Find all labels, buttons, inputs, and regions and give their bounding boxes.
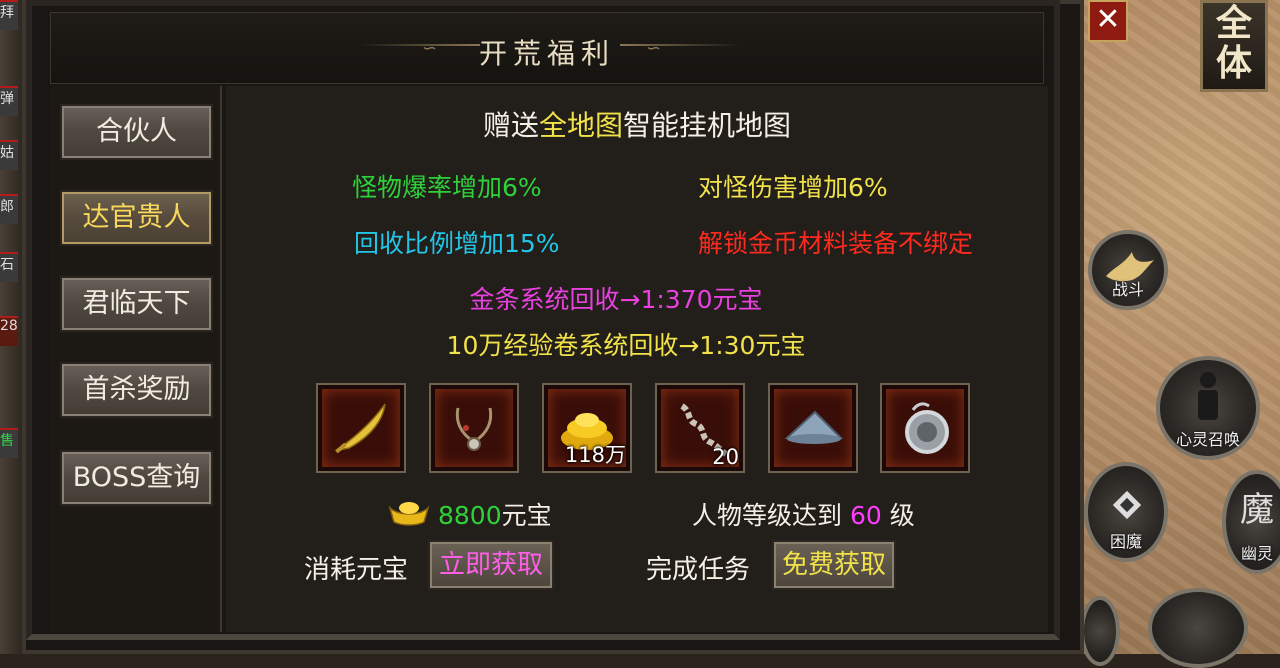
- drop-rate-text: 怪物爆率增加6%: [352, 173, 542, 202]
- reward-item[interactable]: [880, 383, 970, 473]
- damage-text: 对怪伤害增加6%: [698, 173, 888, 202]
- background-strip: 拜 弹 姑 郎 石 28 售: [0, 0, 22, 654]
- cost-amount-line: 8800元宝: [438, 496, 552, 532]
- close-button[interactable]: ✕: [1088, 0, 1128, 42]
- free-claim-button[interactable]: 免费获取: [772, 540, 896, 590]
- panel-title: 开荒福利: [478, 37, 615, 70]
- strip-tag: 郎: [0, 194, 18, 224]
- battle-button[interactable]: 战斗: [1088, 230, 1168, 310]
- recycle-rate-text: 回收比例增加15%: [354, 229, 560, 258]
- cost-label: 消耗元宝: [304, 555, 409, 585]
- strip-tag: 石: [0, 252, 18, 282]
- whole-server-button[interactable]: 全体: [1200, 0, 1268, 92]
- level-prefix: 人物等级达到: [692, 501, 850, 530]
- item-count: 20: [712, 445, 739, 469]
- sidebar-item-monarch[interactable]: 君临天下: [60, 276, 213, 332]
- bamboo-hat-icon: [784, 410, 843, 444]
- skill-button[interactable]: [1080, 596, 1120, 666]
- strip-tag: 姑: [0, 140, 18, 170]
- cost-amount: 8800: [438, 501, 502, 530]
- sidebar-item-vip[interactable]: 达官贵人: [60, 190, 213, 246]
- reward-item[interactable]: [429, 383, 519, 473]
- map-gift-highlight: 全地图: [538, 109, 623, 142]
- gold-bar-recycle-text: 金条系统回收→1:370元宝: [469, 285, 763, 314]
- summon-button[interactable]: 心灵召唤: [1156, 356, 1260, 460]
- trap-icon: [1112, 490, 1142, 520]
- summon-icon: [1198, 372, 1218, 420]
- level-suffix: 级: [881, 501, 915, 530]
- ghost-glyph-icon: 魔: [1240, 490, 1274, 530]
- trap-button[interactable]: 困魔: [1084, 462, 1168, 562]
- level-value: 60: [849, 501, 882, 530]
- reward-item[interactable]: 20: [655, 383, 745, 473]
- strip-tag: 拜: [0, 0, 18, 30]
- medal-icon: [905, 402, 949, 454]
- item-count: 118万: [564, 443, 626, 467]
- task-label: 完成任务: [646, 555, 751, 585]
- ghost-label: 幽灵: [1240, 544, 1273, 563]
- sidebar-item-first-kill[interactable]: 首杀奖励: [60, 362, 213, 418]
- necklace-icon: [455, 407, 493, 451]
- buy-now-button[interactable]: 立即获取: [428, 540, 554, 590]
- map-gift-prefix: 赠送: [482, 109, 539, 142]
- skill-button[interactable]: [1148, 588, 1248, 668]
- summon-label: 心灵召唤: [1175, 430, 1240, 449]
- golden-saber-icon: [335, 403, 386, 454]
- cost-unit: 元宝: [501, 501, 552, 530]
- level-requirement-line: 人物等级达到 60 级: [692, 496, 915, 532]
- trap-label: 困魔: [1109, 532, 1142, 551]
- strip-tag: 28: [0, 316, 18, 346]
- map-gift-line: 赠送全地图智能挂机地图: [226, 104, 1048, 144]
- reward-item[interactable]: [768, 383, 858, 473]
- reward-item[interactable]: 118万: [542, 383, 632, 473]
- unbind-text: 解锁金币材料装备不绑定: [698, 229, 974, 258]
- battle-label: 战斗: [1111, 280, 1144, 299]
- ghost-button[interactable]: 魔 幽灵: [1222, 470, 1280, 574]
- reward-item[interactable]: [316, 383, 406, 473]
- sidebar: [50, 86, 222, 632]
- sidebar-item-partner[interactable]: 合伙人: [60, 104, 213, 160]
- strip-tag: 售: [0, 428, 18, 458]
- exp-scroll-recycle-text: 10万经验卷系统回收→1:30元宝: [446, 331, 806, 360]
- sidebar-item-boss-query[interactable]: BOSS查询: [60, 450, 213, 506]
- strip-tag: 弹: [0, 86, 18, 116]
- gold-ingot-icon: [388, 502, 430, 526]
- map-gift-suffix: 智能挂机地图: [623, 109, 792, 142]
- whole-label: 全体: [1215, 2, 1252, 84]
